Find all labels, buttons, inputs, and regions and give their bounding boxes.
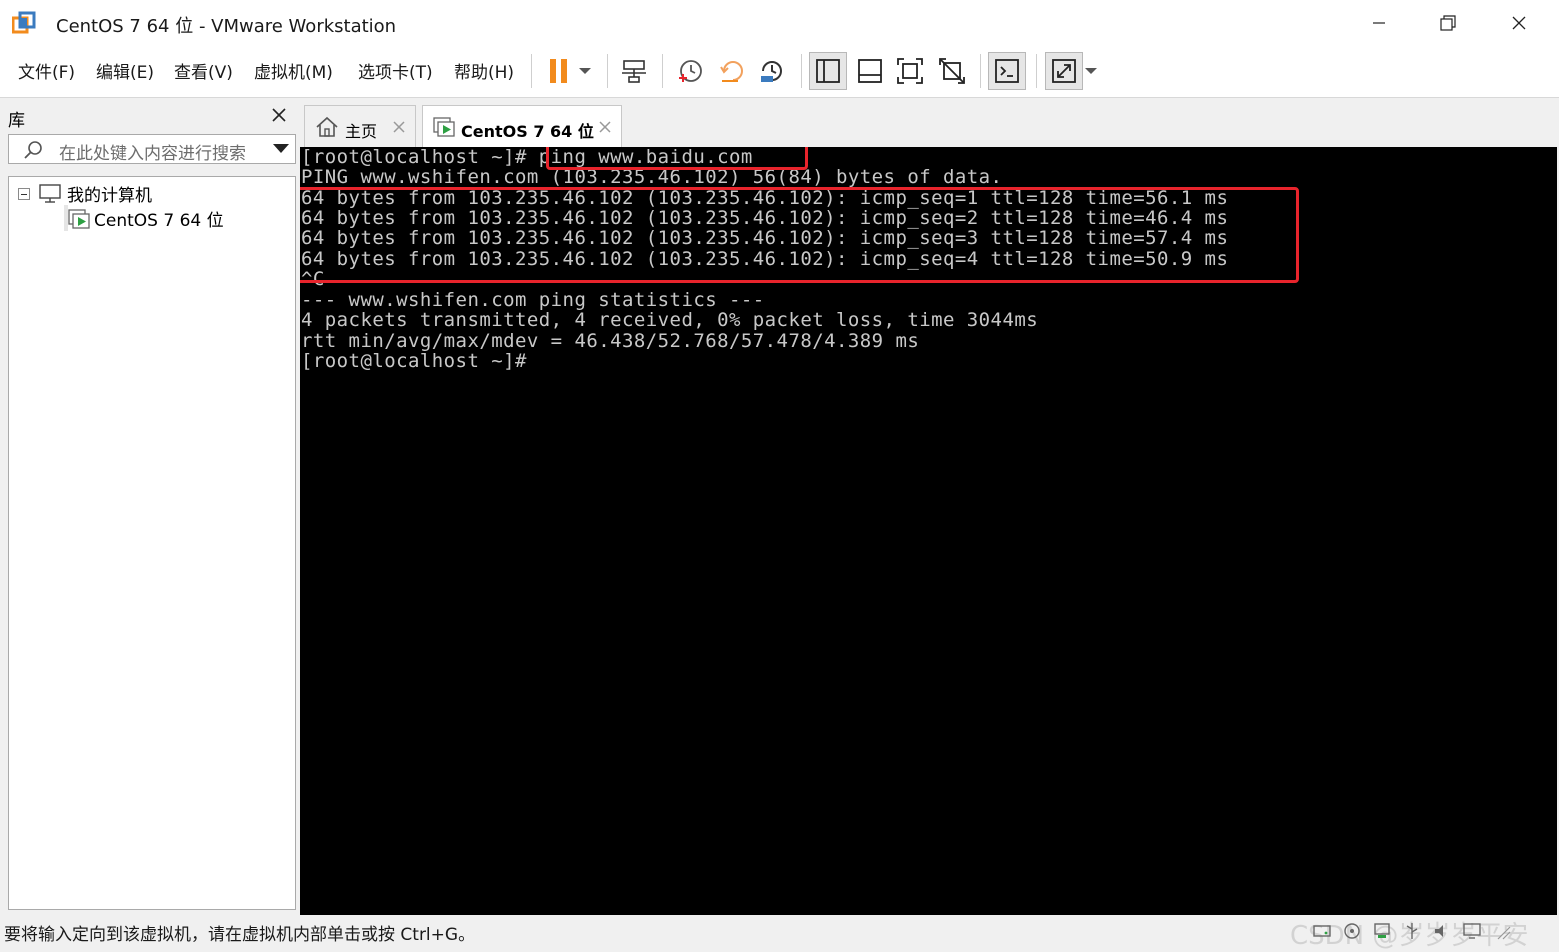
snapshot-manager-icon [761, 61, 782, 82]
terminal-icon [995, 59, 1019, 83]
search-icon [24, 141, 42, 159]
chevron-down-icon [579, 68, 591, 74]
stretch-guest-button[interactable] [1045, 52, 1083, 90]
device-status-icons [1312, 921, 1512, 941]
menu-view[interactable]: 查看(V) [174, 58, 233, 83]
console-line: rtt min/avg/max/mdev = 46.438/52.768/57.… [301, 330, 920, 352]
library-panel-icon [816, 59, 840, 83]
library-tree: 我的计算机 CentOS 7 64 位 [8, 176, 296, 910]
unity-button[interactable] [933, 52, 971, 90]
full-screen-button[interactable] [891, 52, 929, 90]
close-icon[interactable] [595, 117, 615, 137]
search-placeholder: 在此处键入内容进行搜索 [59, 144, 246, 164]
close-window-button[interactable] [1497, 8, 1541, 38]
menu-tabs[interactable]: 选项卡(T) [358, 58, 433, 83]
tree-collapse-toggle[interactable] [18, 188, 30, 200]
network-send-icon [622, 60, 646, 83]
snapshot-manager-button[interactable] [753, 52, 791, 90]
sound-icon[interactable] [1432, 921, 1452, 941]
take-snapshot-button[interactable] [671, 52, 709, 90]
library-search-input[interactable]: 在此处键入内容进行搜索 [8, 134, 296, 164]
console-line: 4 packets transmitted, 4 received, 0% pa… [301, 309, 1039, 331]
toolbar-separator [801, 54, 802, 88]
window-title: CentOS 7 64 位 - VMware Workstation [56, 16, 397, 37]
home-icon [316, 116, 338, 137]
thumbnail-bar-icon [858, 59, 882, 83]
title-bar: CentOS 7 64 位 - VMware Workstation [0, 0, 1559, 46]
library-title: 库 [8, 111, 25, 131]
power-dropdown-button[interactable] [572, 52, 598, 90]
menu-help[interactable]: 帮助(H) [454, 58, 514, 83]
vmware-logo-icon [12, 11, 36, 34]
restore-button[interactable] [1426, 8, 1470, 38]
thumbnail-bar-button[interactable] [851, 52, 889, 90]
console-line: --- www.wshifen.com ping statistics --- [301, 289, 765, 311]
console-line: PING www.wshifen.com (103.235.46.102) 56… [301, 166, 1003, 188]
display-icon[interactable] [1462, 921, 1482, 941]
computer-icon [39, 184, 61, 203]
status-message: 要将输入定向到该虚拟机，请在虚拟机内部单击或按 Ctrl+G。 [4, 925, 476, 945]
resize-grip-icon[interactable] [1492, 921, 1512, 941]
highlight-command-box [546, 147, 808, 170]
tree-item-vm-label: CentOS 7 64 位 [94, 211, 224, 231]
toolbar-separator [1036, 54, 1037, 88]
restore-icon [1440, 15, 1456, 31]
show-library-button[interactable] [809, 52, 847, 90]
usb-icon[interactable] [1402, 921, 1422, 941]
status-bar: 要将输入定向到该虚拟机，请在虚拟机内部单击或按 Ctrl+G。 CSDN @岁岁… [0, 915, 1559, 951]
tab-centos[interactable]: CentOS 7 64 位 [422, 105, 622, 147]
toolbar-separator [980, 54, 981, 88]
console-view-button[interactable] [988, 52, 1026, 90]
tab-centos-label: CentOS 7 64 位 [461, 122, 594, 141]
stretch-dropdown-button[interactable] [1082, 52, 1100, 90]
vm-running-icon [433, 117, 455, 137]
close-icon[interactable] [269, 105, 289, 125]
send-ctrl-alt-del-button[interactable] [615, 52, 653, 90]
pause-icon [550, 59, 567, 83]
close-icon [1512, 16, 1526, 30]
stretch-icon [1052, 59, 1076, 83]
snapshot-clock-icon [679, 60, 702, 82]
close-icon[interactable] [389, 117, 409, 137]
unity-disabled-icon [939, 58, 965, 84]
tab-home[interactable]: 主页 [304, 105, 416, 147]
revert-snapshot-icon [720, 61, 743, 82]
menu-toolbar: 文件(F) 编辑(E) 查看(V) 虚拟机(M) 选项卡(T) 帮助(H) [0, 46, 1559, 98]
tree-item-vm[interactable]: CentOS 7 64 位 [64, 205, 224, 231]
toolbar-separator [607, 54, 608, 88]
minimize-icon [1373, 22, 1385, 24]
console-line: [root@localhost ~]# [301, 350, 527, 372]
library-panel: 库 在此处键入内容进行搜索 我的计算机 CentOS 7 64 位 [4, 99, 298, 914]
menu-edit[interactable]: 编辑(E) [96, 58, 154, 83]
cd-drive-icon[interactable] [1342, 921, 1362, 941]
tab-strip: 主页 CentOS 7 64 位 [300, 99, 1557, 147]
highlight-replies-box [300, 187, 1299, 283]
network-adapter-icon[interactable] [1372, 921, 1392, 941]
minimize-button[interactable] [1357, 8, 1401, 38]
menu-file[interactable]: 文件(F) [18, 58, 75, 83]
hard-disk-icon[interactable] [1312, 921, 1332, 941]
vm-console[interactable]: [root@localhost ~]# ping www.baidu.com P… [300, 147, 1557, 915]
chevron-down-icon [1085, 68, 1097, 74]
toolbar-separator [662, 54, 663, 88]
toolbar-separator [531, 54, 532, 88]
search-dropdown-icon[interactable] [273, 144, 289, 153]
full-screen-icon [897, 58, 923, 84]
tree-item-my-computer[interactable]: 我的计算机 [67, 181, 152, 206]
revert-snapshot-button[interactable] [713, 52, 751, 90]
menu-vm[interactable]: 虚拟机(M) [254, 58, 333, 83]
tab-home-label: 主页 [345, 122, 378, 141]
vm-running-icon [68, 209, 90, 229]
